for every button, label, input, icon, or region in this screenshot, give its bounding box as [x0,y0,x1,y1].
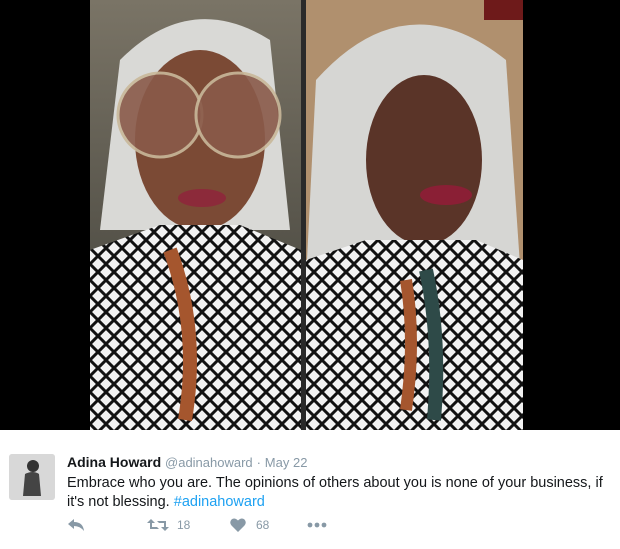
tweet-body: Embrace who you are. The opinions of oth… [67,475,603,510]
tweet-media[interactable] [0,0,620,430]
author-name[interactable]: Adina Howard [67,454,161,470]
tweet-header: Adina Howard @adinahoward · May 22 [67,454,307,470]
tweet-date[interactable]: May 22 [265,455,308,470]
retweet-button[interactable]: 18 [147,518,190,532]
more-button[interactable] [307,522,327,528]
tweet: Adina Howard @adinahoward · May 22 Embra… [0,430,620,549]
heart-icon [230,518,246,532]
hashtag-link[interactable]: #adinahoward [174,494,265,510]
retweet-count: 18 [177,518,191,532]
like-count: 68 [256,518,270,532]
author-handle[interactable]: @adinahoward [165,455,253,470]
retweet-icon [147,518,169,532]
reply-button[interactable] [67,518,85,532]
like-button[interactable]: 68 [230,518,269,532]
separator: · [256,455,261,470]
photo-left[interactable] [90,0,301,430]
reply-icon [67,518,85,532]
tweet-actions: 18 68 [67,518,367,538]
tweet-text: Embrace who you are. The opinions of oth… [67,474,607,512]
more-icon [307,522,327,528]
avatar[interactable] [9,454,55,500]
photo-right[interactable] [306,0,523,430]
